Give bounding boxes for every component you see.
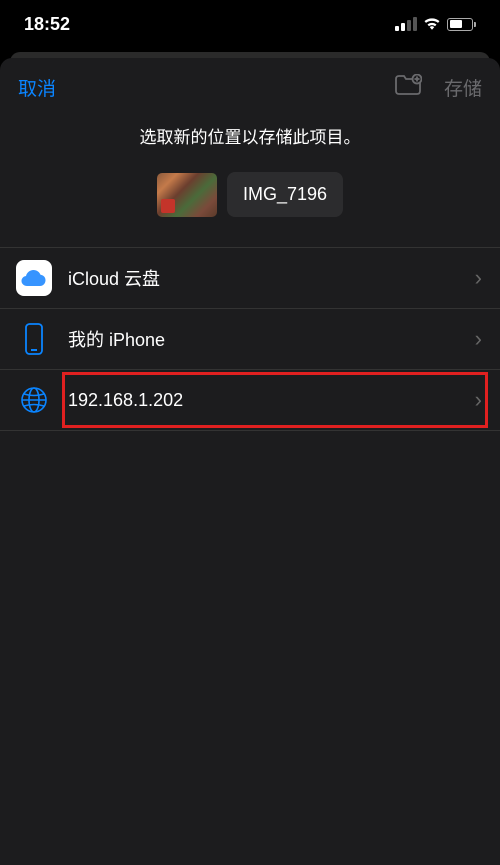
- cellular-signal-icon: [395, 17, 417, 31]
- location-list: iCloud 云盘 › 我的 iPhone ›: [0, 247, 500, 431]
- filename-chip[interactable]: IMG_7196: [227, 172, 343, 217]
- status-indicators: [395, 14, 476, 35]
- battery-icon: [447, 18, 476, 31]
- location-item-iphone[interactable]: 我的 iPhone ›: [0, 309, 500, 370]
- location-label: 我的 iPhone: [68, 326, 475, 352]
- iphone-icon: [16, 321, 52, 357]
- file-thumbnail[interactable]: [157, 173, 217, 217]
- chevron-right-icon: ›: [475, 387, 482, 413]
- save-button[interactable]: 存储: [444, 74, 482, 101]
- instruction-text: 选取新的位置以存储此项目。: [0, 105, 500, 172]
- cancel-button[interactable]: 取消: [18, 74, 56, 101]
- modal-header: 取消 存储: [0, 58, 500, 105]
- file-info-row: IMG_7196: [0, 172, 500, 247]
- location-label: iCloud 云盘: [68, 265, 475, 291]
- status-bar: 18:52: [0, 0, 500, 48]
- status-time: 18:52: [24, 14, 70, 35]
- location-item-icloud[interactable]: iCloud 云盘 ›: [0, 248, 500, 309]
- location-item-network[interactable]: 192.168.1.202 ›: [0, 370, 500, 431]
- save-location-modal: 取消 存储 选取新的位置以存储此项目。 IMG_7196 iCloud 云盘 ›: [0, 58, 500, 865]
- wifi-icon: [423, 14, 441, 35]
- chevron-right-icon: ›: [475, 326, 482, 352]
- chevron-right-icon: ›: [475, 265, 482, 291]
- icloud-drive-icon: [16, 260, 52, 296]
- new-folder-icon[interactable]: [394, 74, 422, 101]
- globe-icon: [16, 382, 52, 418]
- location-label: 192.168.1.202: [68, 390, 475, 411]
